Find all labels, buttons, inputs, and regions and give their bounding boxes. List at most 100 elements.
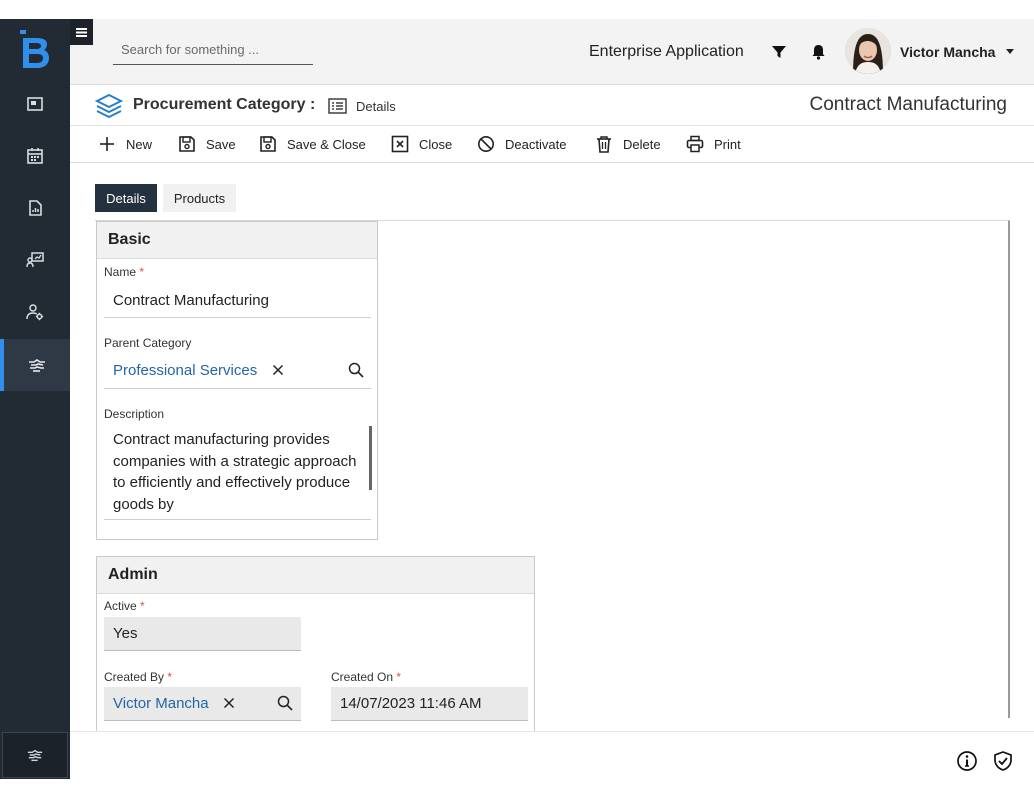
active-label-text: Active	[104, 599, 137, 613]
clear-created-by-icon[interactable]	[223, 697, 235, 709]
tab-details[interactable]: Details	[95, 184, 157, 212]
created-by-label-text: Created By	[104, 670, 165, 684]
sidebar-item-dashboard[interactable]	[0, 78, 70, 130]
bell-icon	[812, 45, 824, 60]
description-scrollbar[interactable]	[369, 426, 372, 490]
name-label-text: Name	[104, 265, 137, 279]
chevron-down-icon[interactable]	[1006, 49, 1014, 54]
required-marker: *	[167, 670, 173, 684]
shield-check-icon[interactable]	[992, 750, 1014, 772]
sidebar-item-reports[interactable]	[0, 182, 70, 234]
new-button-label: New	[126, 136, 153, 152]
trash-icon	[597, 136, 611, 153]
sidebar-item-procurement[interactable]	[0, 339, 70, 391]
header-left-fill	[70, 45, 93, 85]
filter-button[interactable]	[770, 43, 788, 61]
required-marker: *	[396, 670, 402, 684]
brand-logo-icon[interactable]	[19, 30, 51, 70]
breadcrumb: Procurement Category : Details Contract …	[70, 86, 1034, 126]
search-input[interactable]	[113, 35, 313, 65]
app-name: Enterprise Application	[589, 43, 744, 60]
created-by-field[interactable]: Victor Mancha	[104, 687, 301, 721]
page: Enterprise Application Victor Mancha	[0, 0, 1034, 799]
clear-parent-category-icon[interactable]	[272, 364, 284, 376]
save-button[interactable]: Save	[178, 133, 236, 155]
admin-panel-title: Admin	[97, 557, 534, 594]
layers-icon	[95, 93, 123, 119]
ban-icon	[478, 136, 494, 152]
parent-category-value[interactable]: Professional Services	[113, 362, 257, 379]
new-button[interactable]: New	[98, 133, 152, 155]
basic-panel: Basic Name * Contract Manufacturing Pare…	[96, 221, 378, 540]
description-textarea[interactable]: Contract manufacturing provides companie…	[113, 429, 365, 517]
calendar-icon	[27, 148, 43, 164]
user-photo-icon	[845, 28, 891, 74]
name-label: Name *	[104, 265, 144, 279]
user-name[interactable]: Victor Mancha	[900, 44, 995, 60]
description-label: Description	[104, 407, 165, 421]
name-field-underline	[104, 317, 371, 318]
parent-category-underline	[104, 388, 371, 389]
save-button-label: Save	[206, 136, 236, 152]
details-list-icon	[328, 98, 347, 114]
deactivate-button-label: Deactivate	[505, 136, 567, 152]
admin-panel: Admin Active * Yes Created By * Victor M…	[96, 556, 535, 736]
footer	[70, 731, 1034, 799]
save-icon	[179, 136, 195, 152]
user-gear-icon	[26, 304, 44, 321]
name-field[interactable]: Contract Manufacturing	[113, 292, 269, 309]
tab-products[interactable]: Products	[163, 184, 236, 212]
record-title: Contract Manufacturing	[809, 94, 1008, 115]
created-on-label-text: Created On	[331, 670, 394, 684]
created-by-label: Created By *	[104, 670, 172, 684]
created-on-label: Created On *	[331, 670, 401, 684]
print-button-label: Print	[714, 136, 741, 152]
created-on-value: 14/07/2023 11:46 AM	[340, 695, 482, 712]
delete-button-label: Delete	[623, 136, 661, 152]
sidebar-item-calendar[interactable]	[0, 130, 70, 182]
presentation-user-icon	[26, 252, 44, 268]
breadcrumb-view-label: Details	[356, 99, 396, 114]
handshake-icon	[27, 749, 43, 762]
save-icon	[260, 136, 276, 152]
hamburger-icon	[76, 27, 87, 37]
handshake-icon	[29, 359, 45, 372]
sidebar-item-user-settings[interactable]	[0, 286, 70, 338]
avatar[interactable]	[845, 28, 891, 74]
top-strip	[0, 0, 1034, 19]
search-parent-category-icon[interactable]	[348, 362, 364, 378]
created-by-value[interactable]: Victor Mancha	[113, 695, 209, 712]
description-underline	[104, 519, 371, 520]
notifications-button[interactable]	[809, 43, 827, 61]
dashboard-icon	[27, 97, 43, 111]
plus-icon	[100, 137, 114, 151]
header: Enterprise Application Victor Mancha	[93, 19, 1034, 85]
report-icon	[29, 200, 42, 216]
required-marker: *	[140, 599, 145, 613]
deactivate-button[interactable]: Deactivate	[477, 133, 566, 155]
close-square-icon	[391, 135, 409, 153]
toolbar: New Save Save & Close Close Deactivate D…	[70, 126, 1034, 163]
sidebar-item-presentation[interactable]	[0, 234, 70, 286]
delete-button[interactable]: Delete	[595, 133, 661, 155]
close-button[interactable]: Close	[391, 133, 452, 155]
active-select[interactable]: Yes	[104, 617, 301, 651]
page-title: Procurement Category :	[133, 96, 316, 113]
sidebar	[0, 19, 70, 779]
filter-icon	[772, 46, 786, 58]
parent-category-label: Parent Category	[104, 336, 192, 350]
created-on-field[interactable]: 14/07/2023 11:46 AM	[331, 687, 528, 721]
save-close-button[interactable]: Save & Close	[259, 133, 366, 155]
required-marker: *	[139, 265, 145, 279]
info-icon[interactable]	[956, 750, 978, 772]
menu-toggle-button[interactable]	[70, 19, 93, 45]
print-button[interactable]: Print	[686, 133, 741, 155]
printer-icon	[686, 135, 704, 153]
search-created-by-icon[interactable]	[277, 695, 293, 711]
basic-panel-title: Basic	[97, 222, 377, 259]
close-button-label: Close	[419, 136, 453, 152]
save-close-button-label: Save & Close	[287, 136, 366, 152]
active-label: Active *	[104, 599, 145, 613]
active-value: Yes	[113, 625, 138, 642]
sidebar-bottom-handshake-button[interactable]	[2, 732, 68, 778]
